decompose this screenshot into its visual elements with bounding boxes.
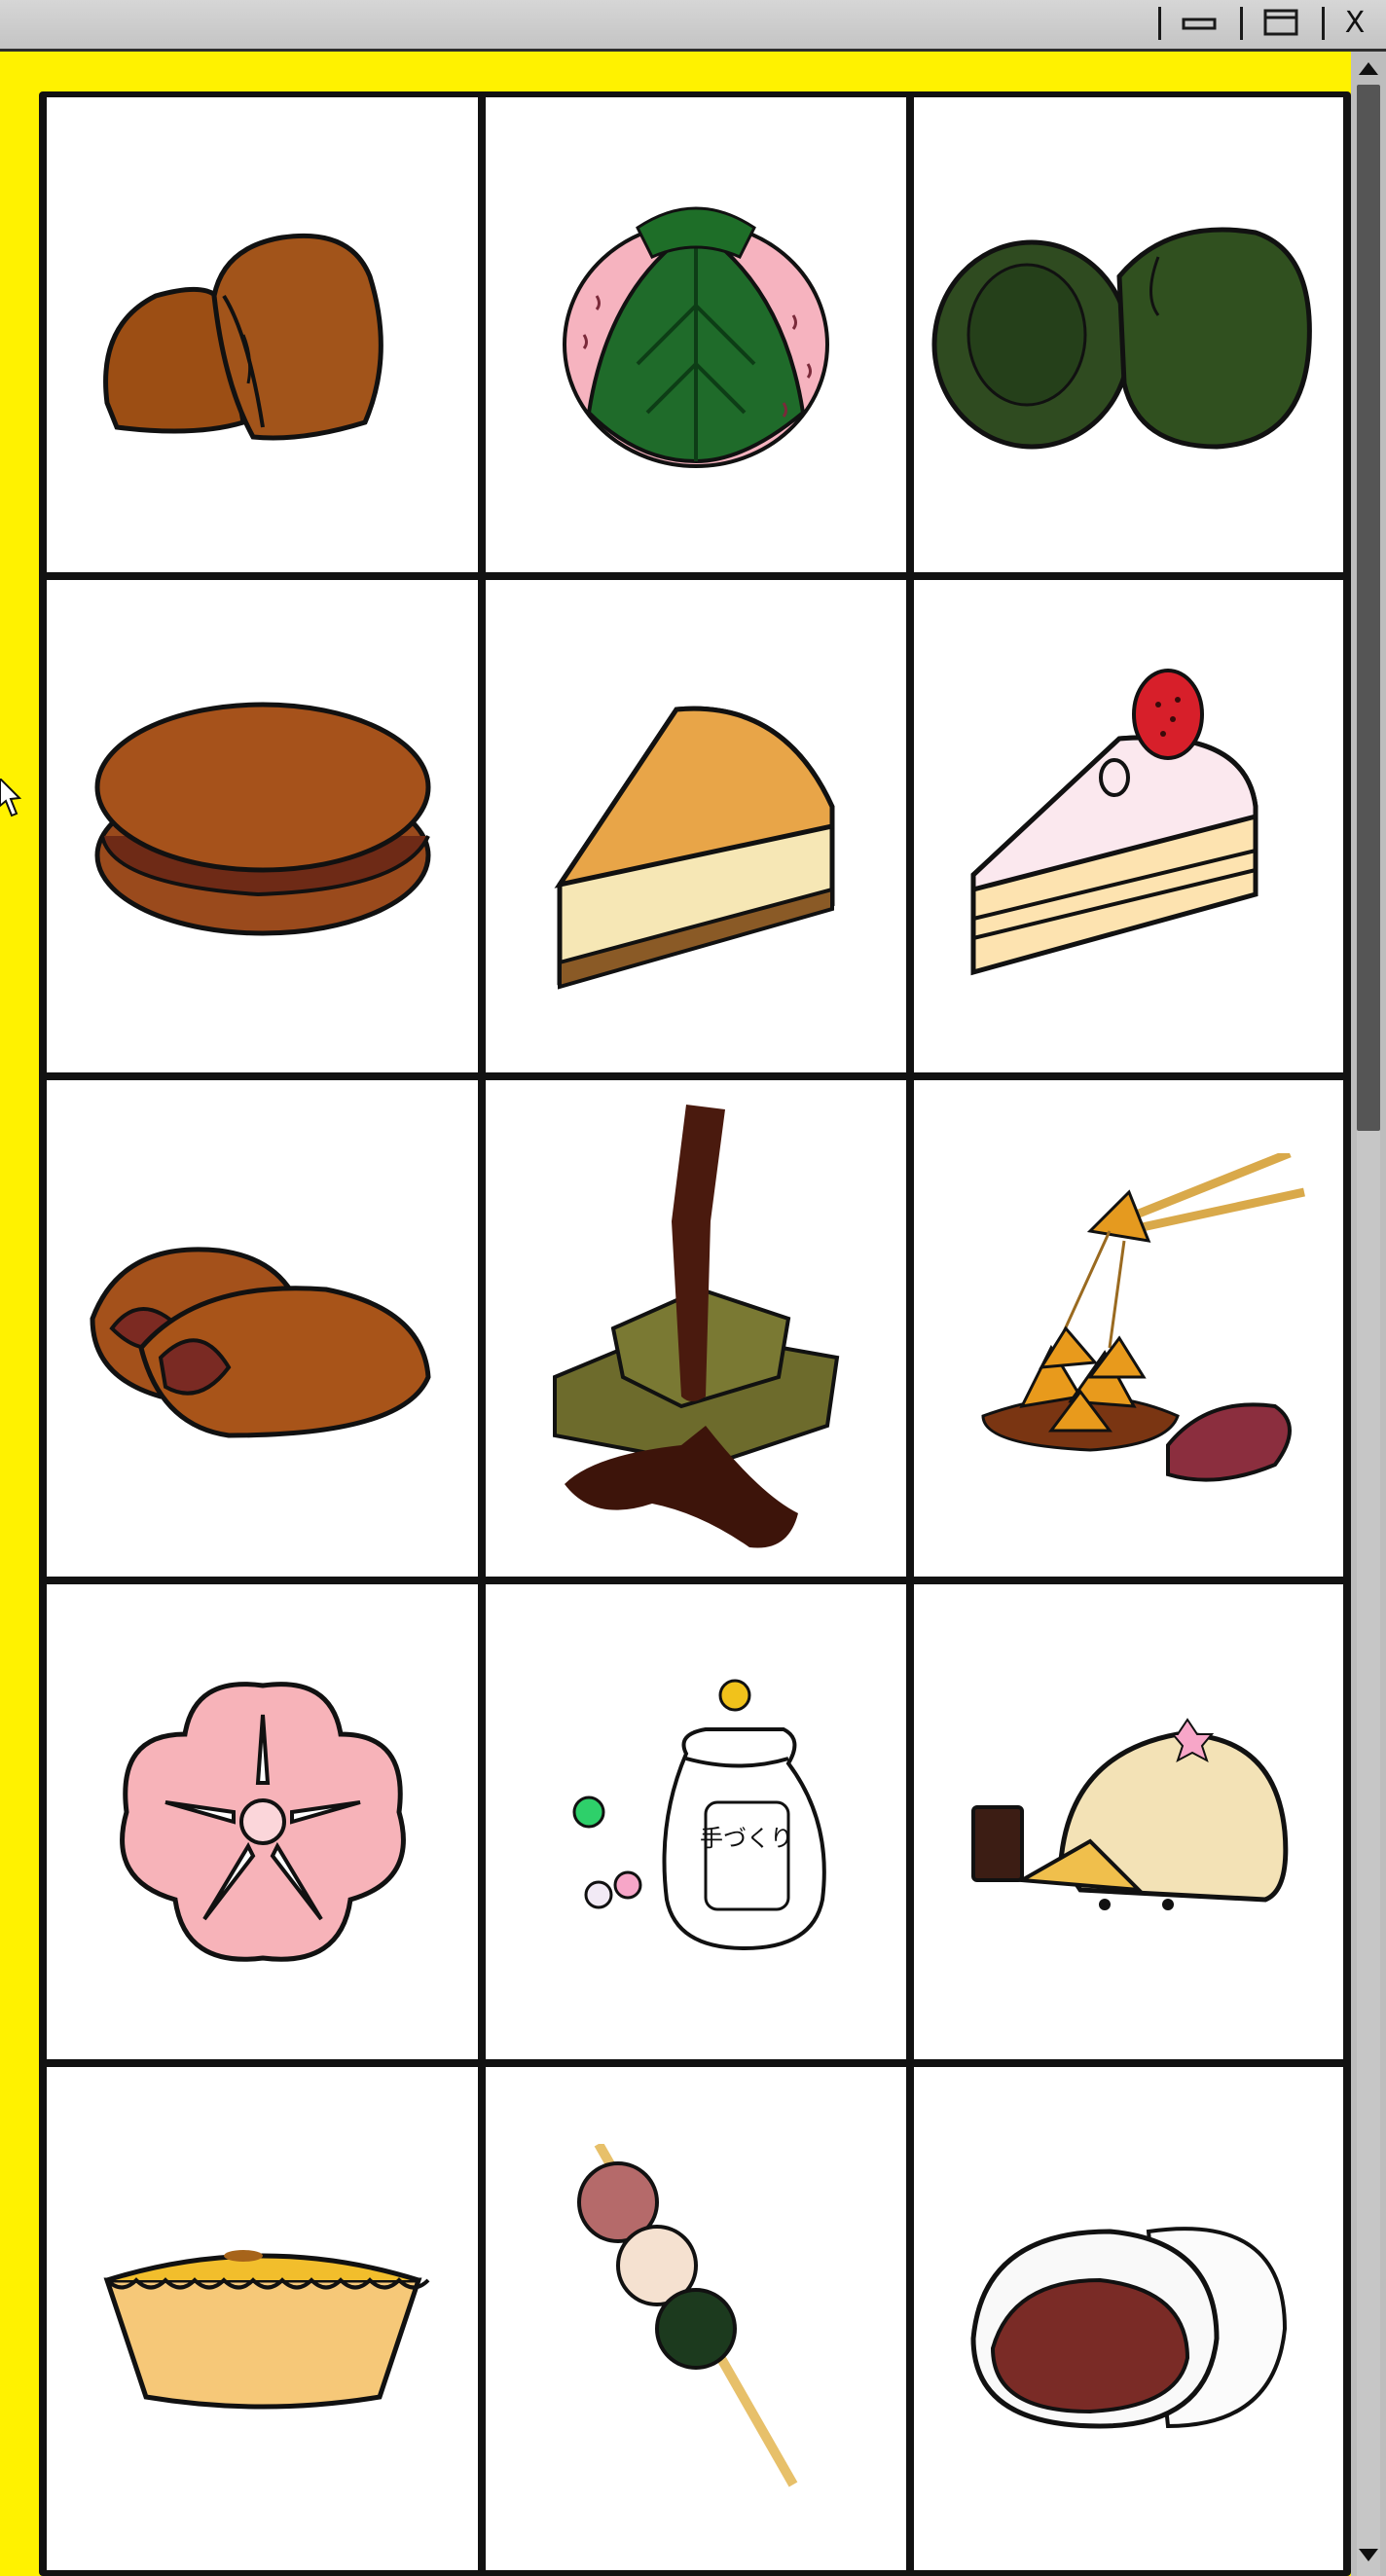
- mouse-cursor-icon: [0, 779, 21, 817]
- scroll-up-button[interactable]: [1355, 55, 1382, 81]
- scrollbar-track[interactable]: [1357, 85, 1380, 2576]
- cheesecake-slice-icon: [554, 706, 835, 990]
- grid-cell-10[interactable]: [47, 1584, 478, 2059]
- maximize-icon: [1263, 9, 1298, 36]
- vertical-scrollbar[interactable]: [1351, 52, 1386, 2576]
- close-icon: X: [1344, 5, 1366, 40]
- strawberry-shortcake-icon: [970, 669, 1258, 976]
- grid-cell-6[interactable]: [914, 580, 1343, 1072]
- grid-cell-8[interactable]: [486, 1080, 906, 1577]
- grid-cell-12[interactable]: [914, 1584, 1343, 2059]
- sakura-daifuku-cheese-icon: [970, 1718, 1288, 1910]
- konpeito-bag-icon: 手づくり: [572, 1679, 826, 1951]
- dango-skewer-icon: [577, 2143, 798, 2486]
- arrow-down-icon: [1359, 2549, 1378, 2561]
- title-bar: X: [0, 0, 1386, 52]
- dorayaki-icon: [94, 702, 430, 936]
- candied-sweet-potato-icon: [980, 1153, 1305, 1482]
- grid-cell-1[interactable]: [47, 97, 478, 572]
- bag-label: 手づくり: [700, 1825, 793, 1852]
- kusa-mochi-icon: [931, 227, 1312, 450]
- baked-manju-icon: [102, 233, 383, 441]
- grid-cell-15[interactable]: [914, 2067, 1343, 2570]
- separator: [1158, 7, 1161, 40]
- minimize-icon: [1182, 18, 1217, 30]
- scroll-down-button[interactable]: [1355, 2543, 1382, 2568]
- egg-tart-icon: [103, 2249, 429, 2409]
- grid-cell-2[interactable]: [486, 97, 906, 572]
- separator: [1322, 7, 1325, 40]
- grid-cell-11[interactable]: 手づくり: [486, 1584, 906, 2059]
- plum-blossom-wagashi-icon: [119, 1682, 406, 1962]
- warabi-mochi-icon: [553, 1105, 840, 1548]
- arrow-up-icon: [1359, 62, 1378, 75]
- scrollbar-thumb[interactable]: [1357, 85, 1380, 1131]
- grid-cell-13[interactable]: [47, 2067, 478, 2570]
- maximize-button[interactable]: [1240, 3, 1322, 42]
- image-grid: 手づくり: [39, 91, 1351, 2576]
- separator: [1240, 7, 1243, 40]
- grid-cell-7[interactable]: [47, 1080, 478, 1577]
- grid-cell-14[interactable]: [486, 2067, 906, 2570]
- daifuku-icon: [969, 2226, 1287, 2429]
- sakura-mochi-icon: [563, 206, 829, 468]
- minimize-button[interactable]: [1158, 3, 1240, 42]
- taiyaki-icon: [89, 1247, 431, 1438]
- grid-cell-9[interactable]: [914, 1080, 1343, 1577]
- close-button[interactable]: X: [1322, 3, 1380, 42]
- grid-cell-4[interactable]: [47, 580, 478, 1072]
- grid-cell-3[interactable]: [914, 97, 1343, 572]
- grid-cell-5[interactable]: [486, 580, 906, 1072]
